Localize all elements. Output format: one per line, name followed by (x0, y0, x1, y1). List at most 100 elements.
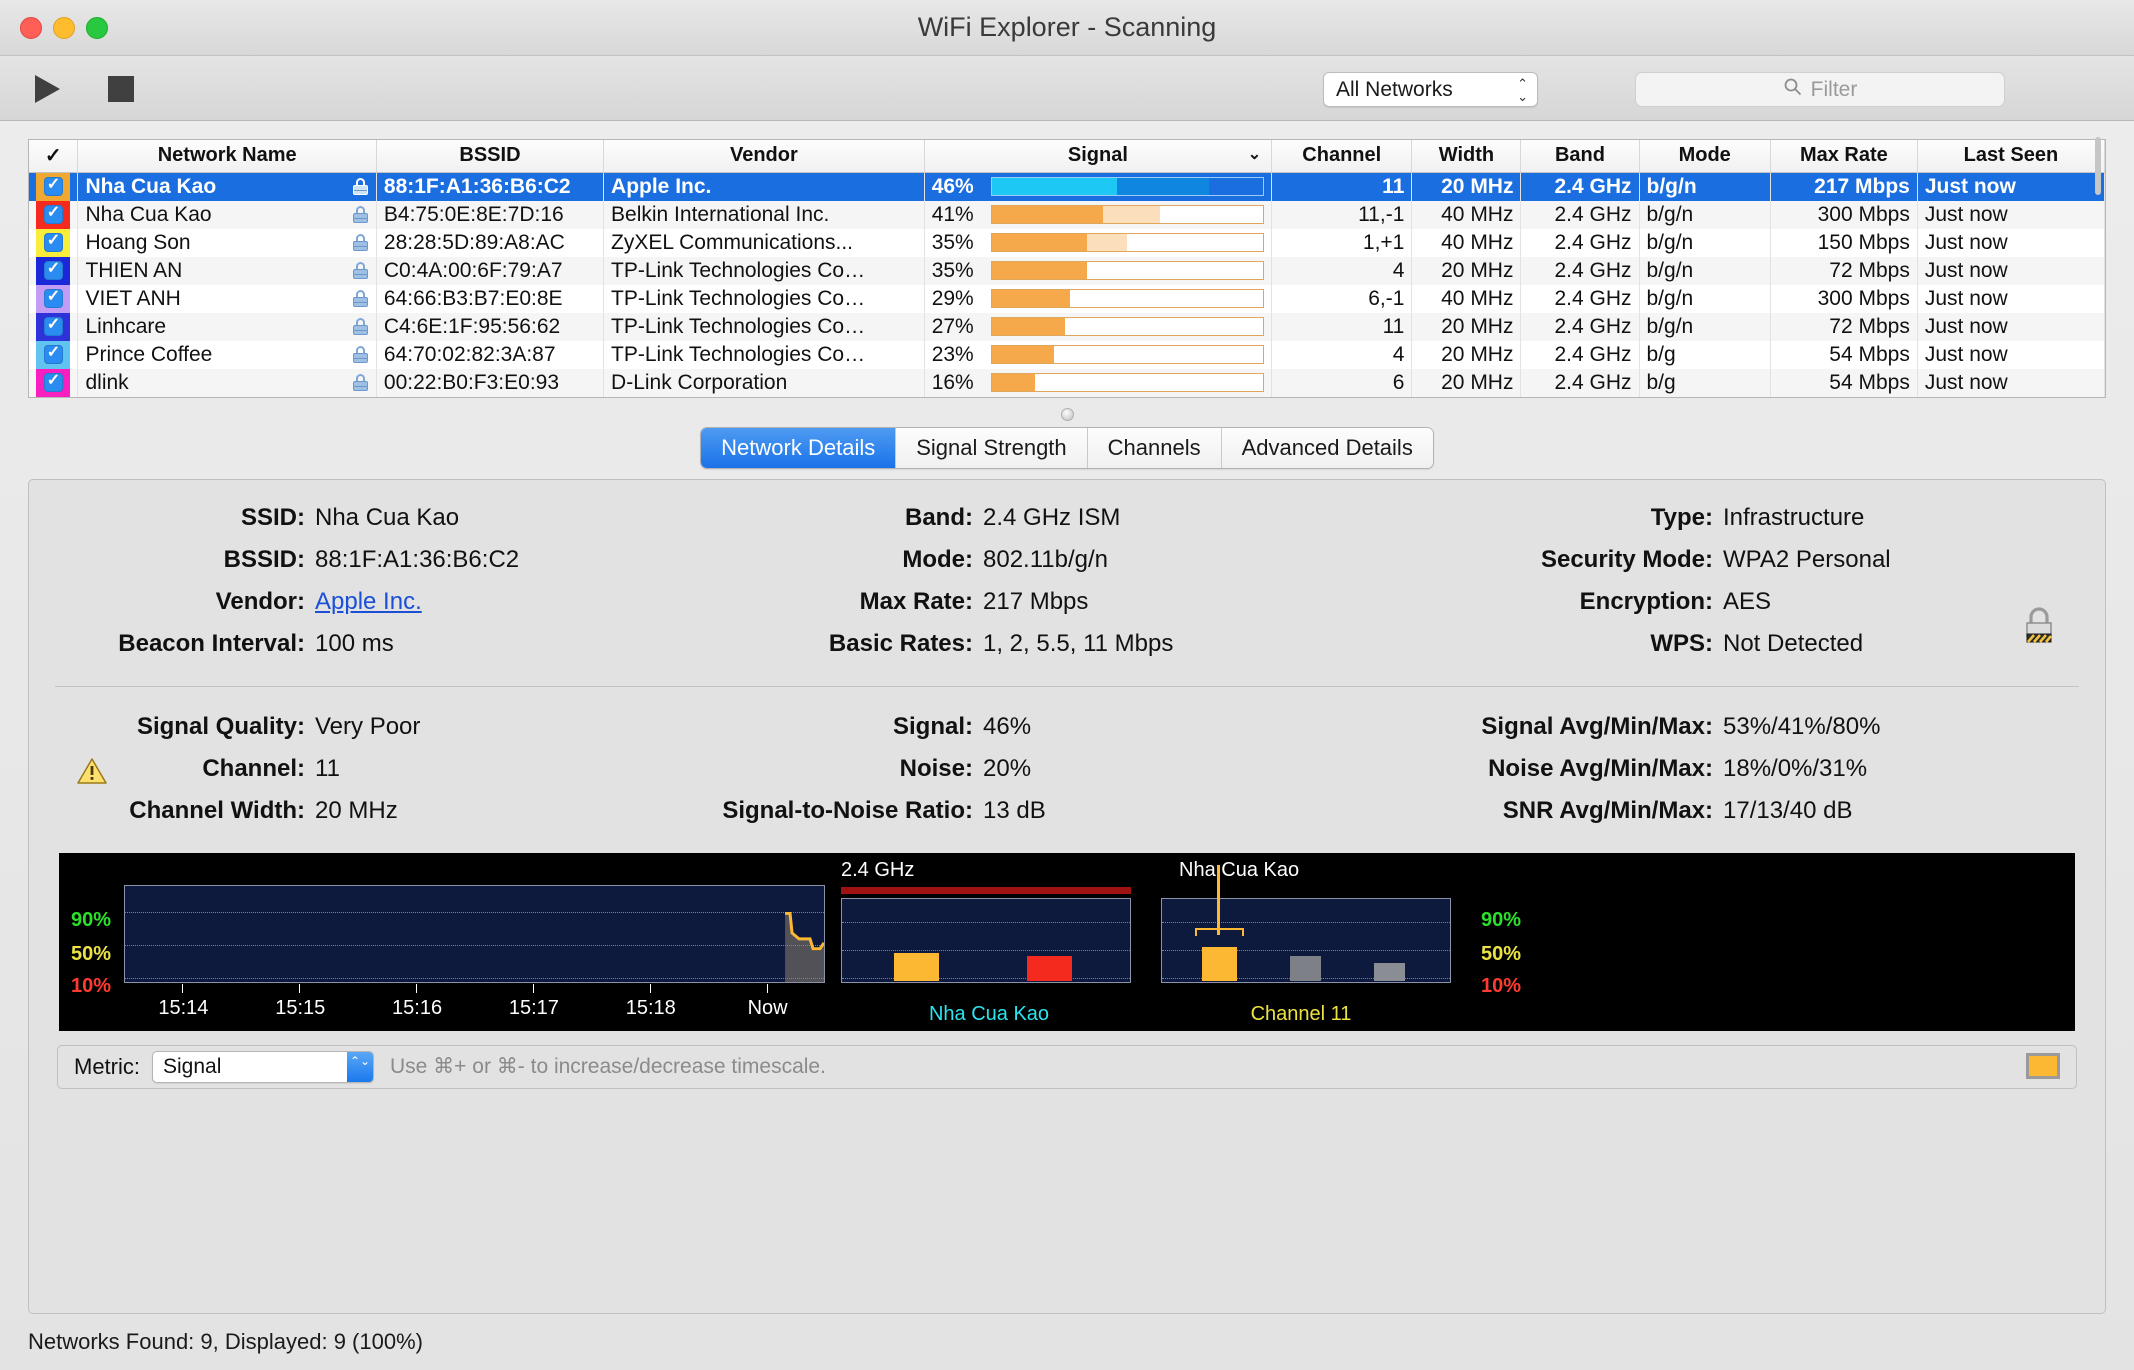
cell-width: 20 MHz (1411, 312, 1522, 341)
cell-max-rate: 72 Mbps (1770, 312, 1918, 341)
row-checkbox[interactable] (43, 370, 63, 392)
detail-value: Nha Cua Kao (315, 503, 460, 531)
cell-mode: b/g (1639, 340, 1771, 369)
details-column-1b: Signal Quality: Very Poor Channel: 11 Channe… (29, 713, 721, 825)
table-row[interactable]: Hoang Son 28:28:5D:89:A8:ACZyXEL Communic… (29, 228, 2106, 257)
channel-bar-selected (1202, 947, 1237, 981)
column-header-vendor[interactable]: Vendor (603, 140, 925, 173)
timeline-x-tick (416, 983, 418, 993)
detail-value: 1, 2, 5.5, 11 Mbps (983, 629, 1174, 657)
legend-color-swatch[interactable] (2026, 1052, 2060, 1079)
cell-signal: 23% (924, 340, 1273, 369)
cell-signal: 35% (924, 228, 1273, 257)
metric-select[interactable]: Signal ⌃⌄ (152, 1050, 374, 1083)
timeline-x-tick (532, 983, 534, 993)
play-icon[interactable] (30, 72, 64, 106)
tab-network-details[interactable]: Network Details (701, 427, 897, 468)
row-color-checkbox-cell[interactable] (29, 312, 79, 341)
cell-channel: 1,+1 (1271, 228, 1413, 257)
row-checkbox[interactable] (43, 314, 63, 336)
row-color-checkbox-cell[interactable] (29, 256, 79, 285)
timeline-x-tick (649, 983, 651, 993)
table-row[interactable]: Nha Cua Kao B4:75:0E:8E:7D:16Belkin Inter… (29, 200, 2106, 229)
column-header-width[interactable]: Width (1411, 140, 1522, 173)
status-bar: Networks Found: 9, Displayed: 9 (100%) (0, 1314, 2134, 1370)
column-header-mode[interactable]: Mode (1639, 140, 1771, 173)
channel-caption: Channel 11 (1250, 1002, 1352, 1025)
table-row[interactable]: Prince Coffee 64:70:02:82:3A:87TP-Link Te… (29, 340, 2106, 369)
cell-network-name: Prince Coffee (77, 340, 377, 369)
row-checkbox[interactable] (43, 230, 63, 252)
row-checkbox[interactable] (43, 342, 63, 364)
detail-value: WPA2 Personal (1723, 545, 1891, 573)
detail-row: Type: Infrastructure (1413, 504, 2105, 532)
cell-mode: b/g (1639, 368, 1771, 397)
details-column-3b: Signal Avg/Min/Max: 53%/41%/80% Noise Avg/… (1413, 713, 2105, 825)
row-checkbox[interactable] (43, 202, 63, 224)
row-checkbox[interactable] (43, 174, 63, 196)
tab-advanced-details[interactable]: Advanced Details (1221, 427, 1433, 468)
cell-last-seen: Just now (1917, 284, 2106, 313)
cell-width: 20 MHz (1411, 368, 1522, 397)
row-color-checkbox-cell[interactable] (29, 340, 79, 369)
column-header-[interactable]: ✓ (29, 140, 79, 173)
table-row[interactable]: VIET ANH 64:66:B3:B7:E0:8ETP-Link Technol… (29, 284, 2106, 313)
timeline-plot-area (124, 884, 825, 983)
column-header-channel[interactable]: Channel (1271, 140, 1413, 173)
table-row[interactable]: dlink 00:22:B0:F3:E0:93D-Link Corporation… (29, 368, 2106, 397)
cell-signal: 41% (924, 200, 1273, 229)
detail-value: Very Poor (315, 712, 421, 740)
row-color-checkbox-cell[interactable] (29, 284, 79, 313)
filter-input[interactable]: Filter (1635, 72, 2005, 107)
cell-vendor: D-Link Corporation (603, 368, 925, 397)
detail-row: Basic Rates: 1, 2, 5.5, 11 Mbps (721, 630, 1413, 658)
table-scrollbar[interactable] (2091, 137, 2105, 247)
row-checkbox[interactable] (43, 258, 63, 280)
band-header-bar (841, 886, 1131, 894)
stepper-chevrons-icon[interactable]: ⌃⌄ (347, 1051, 373, 1082)
row-color-checkbox-cell[interactable] (29, 200, 79, 229)
signal-percent: 46% (931, 174, 974, 198)
detail-label: Signal Quality: (136, 712, 305, 740)
detail-value[interactable]: Apple Inc. (315, 588, 422, 616)
tab-signal-strength[interactable]: Signal Strength (896, 427, 1088, 468)
cell-last-seen: Just now (1917, 340, 2106, 369)
row-color-checkbox-cell[interactable] (29, 368, 79, 397)
cell-max-rate: 150 Mbps (1770, 228, 1918, 257)
table-row[interactable]: THIEN AN C0:4A:00:6F:79:A7TP-Link Technol… (29, 256, 2106, 285)
cell-channel: 4 (1271, 340, 1413, 369)
signal-timeline-chart[interactable]: 90% 50% 10% 15:14 15:15 15:16 15:17 15:18 Now (59, 853, 829, 1031)
stop-icon[interactable] (108, 76, 134, 102)
row-checkbox[interactable] (43, 286, 63, 308)
panel-resize-handle[interactable] (1060, 407, 1074, 421)
column-header-max-rate[interactable]: Max Rate (1770, 140, 1918, 173)
detail-value: 46% (983, 712, 1032, 740)
timeline-x-label: Now (747, 996, 788, 1019)
row-color-checkbox-cell[interactable] (29, 228, 79, 257)
row-color-checkbox-cell[interactable] (29, 172, 79, 201)
timeline-x-tick (299, 983, 301, 993)
column-header-last-seen[interactable]: Last Seen (1917, 140, 2106, 173)
detail-row: SSID: Nha Cua Kao (29, 504, 721, 532)
channel-detail-chart[interactable]: Nha Cua Kao 90% 50% 10% Channel 11 (1149, 853, 1529, 1031)
cell-last-seen: Just now (1917, 228, 2106, 257)
network-filter-select[interactable]: All Networks ⌃ ⌄ (1323, 72, 1538, 107)
cell-vendor: TP-Link Technologies Co… (603, 256, 925, 285)
channel-bar-neighbor-1 (1290, 955, 1321, 981)
signal-percent: 23% (931, 342, 974, 366)
signal-bar (990, 261, 1265, 280)
detail-label: Band: (905, 503, 973, 531)
column-header-network-name[interactable]: Network Name (77, 140, 377, 173)
tab-channels[interactable]: Channels (1087, 427, 1222, 468)
column-header-band[interactable]: Band (1520, 140, 1640, 173)
table-row[interactable]: Nha Cua Kao 88:1F:A1:36:B6:C2Apple Inc.46… (29, 172, 2106, 201)
detail-value: 20 MHz (315, 796, 398, 824)
cell-network-name: THIEN AN (77, 256, 377, 285)
band-overview-chart[interactable]: 2.4 GHz Nha Cua Kao (829, 853, 1149, 1031)
column-header-bssid[interactable]: BSSID (376, 140, 605, 173)
table-row[interactable]: Linhcare C4:6E:1F:95:56:62TP-Link Technol… (29, 312, 2106, 341)
column-header-signal[interactable]: Signal ⌄ (924, 140, 1273, 173)
detail-label: WPS: (1650, 629, 1713, 657)
cell-max-rate: 72 Mbps (1770, 256, 1918, 285)
cell-band: 2.4 GHz (1520, 340, 1640, 369)
